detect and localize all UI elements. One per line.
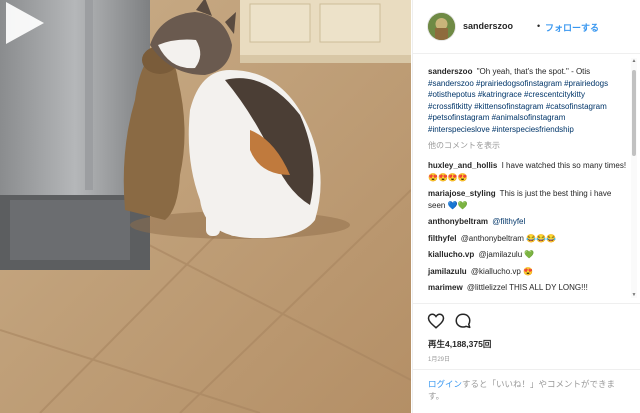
comment-item: marimew @littlelizzel THIS ALL DY LONG!!… [428,282,628,294]
comment-username[interactable]: huxley_and_hollis [428,161,497,170]
comment-item: kiallucho.vp @jamilazulu 💚 [428,249,628,261]
comment-username[interactable]: mariajose_styling [428,189,496,198]
comment-text: @jamilazulu 💚 [478,250,535,259]
comment-text: @kiallucho.vp 😍 [470,266,534,276]
comment-icon[interactable] [454,312,472,330]
avatar-image [428,13,455,40]
comment-item: anthonybeltram @filthyfel [428,216,628,228]
heart-icon[interactable] [427,312,445,330]
login-prompt: ログインすると「いいね！」やコメントができます。 [413,369,640,413]
post-username[interactable]: sanderszoo [463,21,513,31]
comment-username[interactable]: marimew [428,283,463,292]
scroll-up-arrow-icon[interactable]: ▲ [631,58,637,64]
comments-list[interactable]: sanderszoo "Oh yeah, that's the spot." -… [413,56,640,300]
comment-text: @anthonybeltram 😂😂😂 [460,233,557,243]
post-side-panel: sanderszoo • フォローする sanderszoo "Oh yeah,… [412,0,640,413]
video-frame-image [0,0,411,413]
view-count: 再生4,188,375回 [428,339,492,349]
caption-username[interactable]: sanderszoo [428,67,472,76]
follow-button[interactable]: フォローする [545,21,599,34]
scroll-down-arrow-icon[interactable]: ▼ [631,292,637,298]
comment-username[interactable]: anthonybeltram [428,217,488,226]
comment-username[interactable]: kiallucho.vp [428,250,474,259]
post-date[interactable]: 1月29日 [428,354,450,363]
load-more-comments-button[interactable]: 他のコメントを表示 [428,140,628,151]
comment-username[interactable]: jamilazulu [428,267,467,276]
comment-item: filthyfel @anthonybeltram 😂😂😂 [428,233,628,245]
comment-item: jamilazulu @kiallucho.vp 😍 [428,266,628,278]
post-video[interactable] [0,0,411,413]
comment-username[interactable]: filthyfel [428,234,456,243]
caption-text: "Oh yeah, that's the spot." - Otis [476,67,591,76]
login-link[interactable]: ログイン [428,379,462,389]
caption-hashtags[interactable]: #sanderszoo #prairiedogsofinstagram #pra… [428,79,608,134]
comment-text[interactable]: @filthyfel [492,217,525,226]
play-icon[interactable] [0,0,46,46]
header-separator: • [537,21,541,31]
post-caption: sanderszoo "Oh yeah, that's the spot." -… [428,66,628,135]
post-header: sanderszoo • フォローする [413,0,640,54]
comment-item: mariajose_styling This is just the best … [428,188,628,211]
post-actions: 再生4,188,375回 1月29日 [413,303,640,373]
scrollbar-thumb[interactable] [632,70,636,156]
avatar[interactable] [428,13,455,40]
comment-item: huxley_and_hollis I have watched this so… [428,160,628,183]
comment-text: @littlelizzel THIS ALL DY LONG!!! [466,283,588,292]
